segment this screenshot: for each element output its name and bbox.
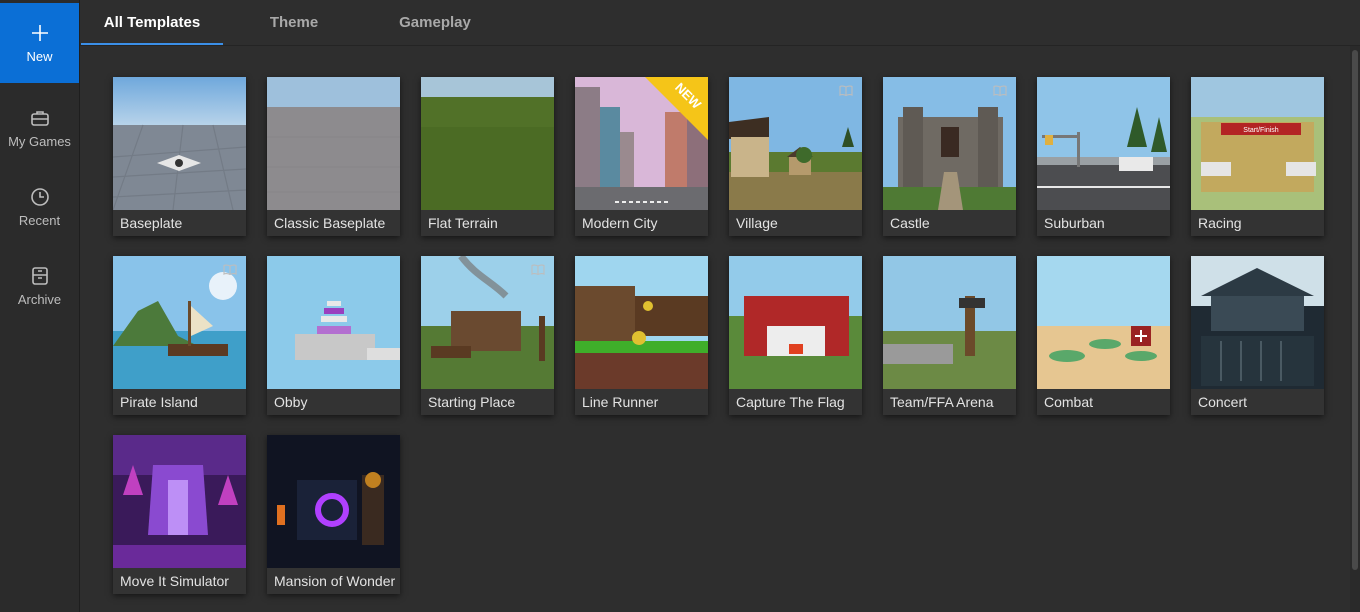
template-name: Capture The Flag <box>729 389 862 415</box>
template-card-racing[interactable]: Start/Finish Racing <box>1191 77 1324 236</box>
template-name: Mansion of Wonder <box>267 568 400 594</box>
template-name: Starting Place <box>421 389 554 415</box>
template-thumbnail <box>113 77 246 210</box>
template-card-village[interactable]: Village <box>729 77 862 236</box>
template-thumbnail: NEW <box>575 77 708 210</box>
template-name: Baseplate <box>113 210 246 236</box>
template-card-obby[interactable]: Obby <box>267 256 400 415</box>
template-card-team-ffa-arena[interactable]: Team/FFA Arena <box>883 256 1016 415</box>
template-name: Suburban <box>1037 210 1170 236</box>
template-name: Move It Simulator <box>113 568 246 594</box>
template-card-move-it-simulator[interactable]: Move It Simulator <box>113 435 246 594</box>
template-name: Modern City <box>575 210 708 236</box>
tab-label: Theme <box>269 14 319 31</box>
tab-all-templates[interactable]: All Templates <box>81 0 223 45</box>
briefcase-icon <box>30 111 49 126</box>
template-name: Line Runner <box>575 389 708 415</box>
racing-start-finish-sign: Start/Finish <box>1243 127 1279 134</box>
template-thumbnail <box>267 77 400 210</box>
template-card-suburban[interactable]: Suburban <box>1037 77 1170 236</box>
template-card-castle[interactable]: Castle <box>883 77 1016 236</box>
template-thumbnail <box>729 256 862 389</box>
template-card-mansion-of-wonder[interactable]: Mansion of Wonder <box>267 435 400 594</box>
template-thumbnail <box>883 77 1016 210</box>
tab-label: All Templates <box>103 14 201 31</box>
template-card-modern-city[interactable]: NEW Modern City <box>575 77 708 236</box>
template-card-flat-terrain[interactable]: Flat Terrain <box>421 77 554 236</box>
template-thumbnail <box>421 256 554 389</box>
template-thumbnail <box>113 256 246 389</box>
template-card-line-runner[interactable]: Line Runner <box>575 256 708 415</box>
tutorial-book-icon[interactable] <box>223 264 237 275</box>
template-name: Combat <box>1037 389 1170 415</box>
template-name: Racing <box>1191 210 1324 236</box>
plus-icon <box>31 25 48 41</box>
sidebar-item-new[interactable]: New <box>0 3 79 83</box>
tab-theme[interactable]: Theme <box>223 0 365 45</box>
template-name: Castle <box>883 210 1016 236</box>
tab-label: Gameplay <box>399 14 471 31</box>
template-thumbnail <box>883 256 1016 389</box>
template-card-capture-the-flag[interactable]: Capture The Flag <box>729 256 862 415</box>
templates-grid: Baseplate Classic Baseplate Flat Terrain… <box>80 46 1350 612</box>
template-name: Team/FFA Arena <box>883 389 1016 415</box>
template-name: Flat Terrain <box>421 210 554 236</box>
sidebar-item-recent[interactable]: Recent <box>0 167 79 247</box>
template-name: Village <box>729 210 862 236</box>
template-name: Pirate Island <box>113 389 246 415</box>
tutorial-book-icon[interactable] <box>531 264 545 275</box>
sidebar-item-label: New <box>26 49 53 64</box>
sidebar-item-label: My Games <box>8 134 71 149</box>
template-card-combat[interactable]: Combat <box>1037 256 1170 415</box>
sidebar-item-label: Recent <box>18 213 61 228</box>
template-thumbnail <box>1037 256 1170 389</box>
template-card-classic-baseplate[interactable]: Classic Baseplate <box>267 77 400 236</box>
sidebar: New My Games Recent Archive <box>0 0 80 612</box>
template-name: Obby <box>267 389 400 415</box>
template-thumbnail <box>267 256 400 389</box>
template-name: Concert <box>1191 389 1324 415</box>
sidebar-item-archive[interactable]: Archive <box>0 246 79 326</box>
tab-gameplay[interactable]: Gameplay <box>364 0 506 45</box>
archive-icon <box>31 267 48 285</box>
template-thumbnail <box>575 256 708 389</box>
template-card-concert[interactable]: Concert <box>1191 256 1324 415</box>
tutorial-book-icon[interactable] <box>839 85 853 96</box>
template-thumbnail <box>421 77 554 210</box>
template-name: Classic Baseplate <box>267 210 400 236</box>
template-card-pirate-island[interactable]: Pirate Island <box>113 256 246 415</box>
template-thumbnail <box>1037 77 1170 210</box>
template-thumbnail <box>729 77 862 210</box>
template-card-baseplate[interactable]: Baseplate <box>113 77 246 236</box>
template-card-starting-place[interactable]: Starting Place <box>421 256 554 415</box>
scrollbar[interactable] <box>1350 46 1360 612</box>
template-thumbnail <box>1191 256 1324 389</box>
clock-icon <box>30 188 49 206</box>
scrollbar-thumb[interactable] <box>1352 50 1358 570</box>
sidebar-item-label: Archive <box>17 292 62 307</box>
tutorial-book-icon[interactable] <box>993 85 1007 96</box>
template-thumbnail <box>267 435 400 568</box>
template-thumbnail <box>113 435 246 568</box>
template-tabs: All Templates Theme Gameplay <box>80 0 1360 46</box>
template-thumbnail: Start/Finish <box>1191 77 1324 210</box>
sidebar-item-my-games[interactable]: My Games <box>0 88 79 168</box>
